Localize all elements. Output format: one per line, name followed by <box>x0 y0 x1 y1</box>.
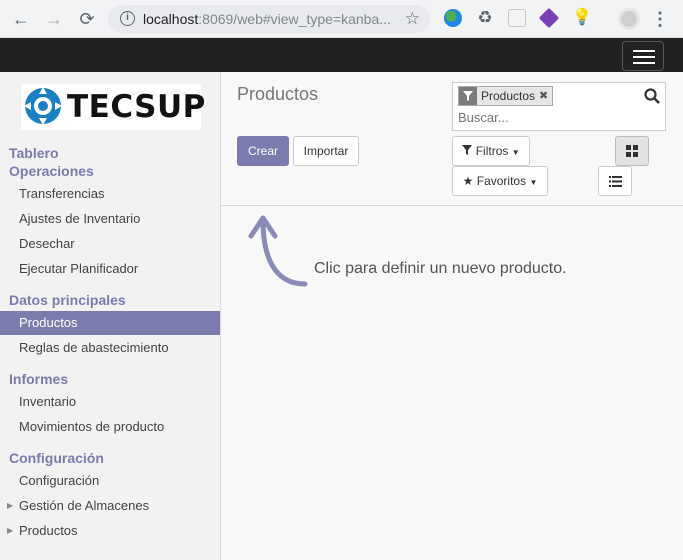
empty-state-helper: Clic para definir un nuevo producto. <box>314 260 567 277</box>
sidebar-item-movimientos-producto[interactable]: Movimientos de producto <box>0 415 220 439</box>
hint-arrow-icon <box>248 215 308 287</box>
control-panel: Productos Crear Importar Productos ✖ Busc… <box>221 72 683 206</box>
main-content: Productos Crear Importar Productos ✖ Busc… <box>221 72 683 560</box>
kanban-grid-icon <box>626 145 638 157</box>
tecsup-logo-icon <box>24 87 62 125</box>
create-button[interactable]: Crear <box>237 136 289 166</box>
sidebar-heading-tablero[interactable]: Tablero <box>9 145 59 161</box>
list-view-button[interactable] <box>598 166 632 196</box>
sidebar-item-ejecutar-planificador[interactable]: Ejecutar Planificador <box>0 257 220 281</box>
browser-menu-icon[interactable]: ⋮ <box>650 8 670 30</box>
extension-globe-icon[interactable] <box>444 9 462 27</box>
star-icon: ★ <box>462 174 474 188</box>
sidebar-item-desechar[interactable]: Desechar <box>0 232 220 256</box>
extension-grid-icon[interactable] <box>508 9 526 27</box>
company-logo: TECSUP <box>21 84 205 130</box>
search-facet[interactable]: Productos ✖ <box>458 86 554 106</box>
filters-dropdown[interactable]: Filtros ▼ <box>452 136 530 166</box>
caret-right-icon: ▶ <box>7 501 14 510</box>
sidebar-item-configuracion[interactable]: Configuración <box>0 469 220 493</box>
filter-icon <box>459 87 477 105</box>
sidebar-item-transferencias[interactable]: Transferencias <box>0 182 220 206</box>
list-icon <box>608 176 622 187</box>
caret-down-icon: ▼ <box>529 178 538 187</box>
sidebar-item-inventario[interactable]: Inventario <box>0 390 220 414</box>
search-icon[interactable] <box>643 87 661 105</box>
import-button[interactable]: Importar <box>293 136 359 166</box>
search-facet-label: Productos <box>481 89 536 103</box>
back-icon[interactable]: ← <box>10 8 32 30</box>
sidebar-item-productos-config[interactable]: ▶ Productos <box>0 519 220 543</box>
filters-label: Filtros <box>475 144 509 158</box>
page-title: Productos <box>237 84 319 104</box>
bookmark-star-icon[interactable]: ☆ <box>405 9 420 29</box>
sidebar-item-label: Productos <box>19 523 78 538</box>
favorites-label: Favoritos <box>476 174 527 188</box>
sidebar-item-productos[interactable]: Productos <box>0 311 220 335</box>
favorites-dropdown[interactable]: ★ Favoritos ▼ <box>452 166 548 196</box>
caret-down-icon: ▼ <box>511 148 520 157</box>
extension-bulb-icon[interactable]: 💡 <box>572 9 592 27</box>
extension-recycle-icon[interactable]: ♻ <box>476 9 494 27</box>
address-bar[interactable]: i localhost:8069/web#view_type=kanba... … <box>108 5 430 33</box>
sidebar-item-label: Gestión de Almacenes <box>19 498 150 513</box>
forward-icon[interactable]: → <box>43 8 65 30</box>
sidebar-item-gestion-almacenes[interactable]: ▶ Gestión de Almacenes <box>0 494 220 518</box>
profile-avatar[interactable] <box>618 8 640 30</box>
search-input[interactable]: Buscar... <box>458 110 509 125</box>
sidebar-heading-configuracion[interactable]: Configuración <box>9 450 104 466</box>
reload-icon[interactable]: ⟳ <box>76 8 98 30</box>
sidebar-item-ajustes-inventario[interactable]: Ajustes de Inventario <box>0 207 220 231</box>
remove-facet-icon[interactable]: ✖ <box>539 87 552 105</box>
browser-toolbar: ← → ⟳ i localhost:8069/web#view_type=kan… <box>0 0 683 38</box>
sidebar-heading-operaciones[interactable]: Operaciones <box>9 163 94 179</box>
sidebar-item-reglas-abastecimiento[interactable]: Reglas de abastecimiento <box>0 336 220 360</box>
logo-wordmark: TECSUP <box>67 89 206 125</box>
sidebar: TECSUP Tablero Operaciones Transferencia… <box>0 72 221 560</box>
url-text[interactable]: localhost:8069/web#view_type=kanba... <box>143 11 393 27</box>
extension-cube-icon[interactable] <box>538 7 560 29</box>
info-icon[interactable]: i <box>120 11 135 26</box>
app-topbar <box>0 38 683 72</box>
sidebar-heading-informes[interactable]: Informes <box>9 371 68 387</box>
filter-icon <box>462 145 473 155</box>
sidebar-heading-datos-principales[interactable]: Datos principales <box>9 292 126 308</box>
hamburger-menu-button[interactable] <box>622 41 664 71</box>
search-box[interactable]: Productos ✖ Buscar... <box>452 82 666 131</box>
kanban-view-button[interactable] <box>615 136 649 166</box>
caret-right-icon: ▶ <box>7 526 14 535</box>
